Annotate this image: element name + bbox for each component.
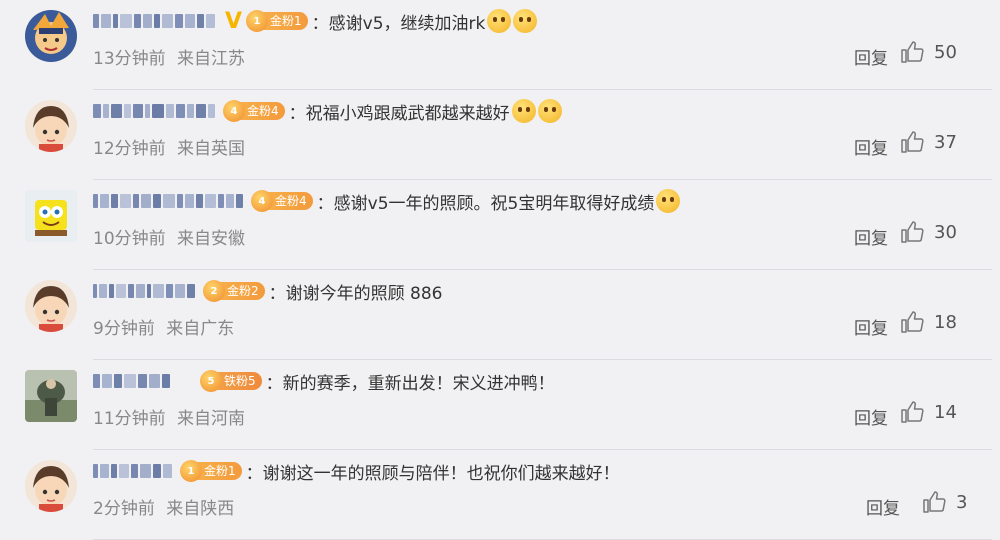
comment-meta: 9分钟前 来自广东 <box>93 314 240 339</box>
fan-badge[interactable]: 1 金粉1 <box>180 460 242 482</box>
colon: ： <box>245 463 263 484</box>
comment-location: 来自安徽 <box>177 229 246 249</box>
comment-meta: 13分钟前 来自江苏 <box>93 44 251 69</box>
fan-badge[interactable]: 5 铁粉5 <box>200 370 262 392</box>
crying-emoji-icon <box>487 9 512 33</box>
like-count: 50 <box>934 41 957 63</box>
comment-time: 9分钟前 <box>93 319 155 339</box>
comment-item: 2 金粉2 ： 谢谢今年的照顾 886 9分钟前 来自广东 回复 18 <box>0 270 1000 360</box>
comment-location: 来自江苏 <box>177 49 246 69</box>
screaming-emoji-icon <box>537 99 562 123</box>
comment-time: 10分钟前 <box>93 229 166 249</box>
avatar[interactable] <box>25 370 77 422</box>
fan-badge[interactable]: 4 金粉4 <box>223 100 285 122</box>
like-button[interactable]: 37 <box>900 130 980 154</box>
like-button[interactable]: 50 <box>900 40 980 64</box>
comment-time: 11分钟前 <box>93 409 166 429</box>
thumbs-up-icon <box>923 491 946 513</box>
avatar[interactable] <box>25 190 77 242</box>
thumbs-up-icon <box>901 401 924 423</box>
reply-button[interactable]: 回复 <box>854 134 888 159</box>
comment-time: 12分钟前 <box>93 139 166 159</box>
username-obscured[interactable] <box>93 371 172 391</box>
like-count: 30 <box>934 221 957 243</box>
avatar[interactable] <box>25 10 77 62</box>
reply-button[interactable]: 回复 <box>854 404 888 429</box>
comment-text: 新的赛季，重新出发！宋义进冲鸭！ <box>282 373 555 394</box>
crown-icon: 4 <box>223 100 245 122</box>
reply-button[interactable]: 回复 <box>866 494 900 519</box>
colon: ： <box>316 193 334 214</box>
colon: ： <box>268 283 286 304</box>
comment-item: V 1 金粉1 ： 感谢v5，继续加油rk 13分钟前 来自江苏 回复 50 <box>0 0 1000 90</box>
like-button[interactable]: 3 <box>922 490 992 514</box>
like-count: 37 <box>934 131 957 153</box>
username-obscured[interactable] <box>93 281 197 301</box>
colon: ： <box>311 13 329 34</box>
comment-text: 感谢v5一年的照顾。祝5宝明年取得好成绩 <box>333 193 655 214</box>
username-obscured[interactable] <box>93 461 174 481</box>
like-button[interactable]: 30 <box>900 220 980 244</box>
crown-icon: 5 <box>200 370 222 392</box>
comment-item: 5 铁粉5 ： 新的赛季，重新出发！宋义进冲鸭！ 11分钟前 来自河南 回复 1… <box>0 360 1000 450</box>
comment-location: 来自陕西 <box>166 499 235 519</box>
thumbs-up-icon <box>901 41 924 63</box>
comment-text: 祝福小鸡跟威武都越来越好 <box>305 103 510 124</box>
comment-item: 1 金粉1 ： 谢谢这一年的照顾与陪伴！也祝你们越来越好！ 2分钟前 来自陕西 … <box>0 450 1000 540</box>
comment-meta: 10分钟前 来自安徽 <box>93 224 251 249</box>
comment-time: 13分钟前 <box>93 49 166 69</box>
crown-icon: 4 <box>251 190 273 212</box>
username-obscured[interactable] <box>93 11 217 31</box>
kiss-emoji-icon <box>656 189 681 213</box>
comment-meta: 2分钟前 来自陕西 <box>93 494 240 519</box>
colon: ： <box>265 373 283 394</box>
thumbs-up-icon <box>901 311 924 333</box>
colon: ： <box>288 103 306 124</box>
comment-text: 感谢v5，继续加油rk <box>328 13 486 34</box>
crying-emoji-icon <box>513 9 538 33</box>
verified-icon: V <box>225 8 243 34</box>
like-button[interactable]: 18 <box>900 310 980 334</box>
reply-button[interactable]: 回复 <box>854 314 888 339</box>
like-count: 18 <box>934 311 957 333</box>
avatar[interactable] <box>25 280 77 332</box>
username-obscured[interactable] <box>93 101 217 121</box>
avatar[interactable] <box>25 100 77 152</box>
comment-text: 谢谢今年的照顾 886 <box>285 283 443 304</box>
comment-item: 4 金粉4 ： 祝福小鸡跟威武都越来越好 12分钟前 来自英国 回复 37 <box>0 90 1000 180</box>
comment-time: 2分钟前 <box>93 499 155 519</box>
comment-list: V 1 金粉1 ： 感谢v5，继续加油rk 13分钟前 来自江苏 回复 50 4… <box>0 0 1000 540</box>
comment-meta: 12分钟前 来自英国 <box>93 134 251 159</box>
thumbs-up-icon <box>901 131 924 153</box>
comment-location: 来自广东 <box>166 319 235 339</box>
comment-item: 4 金粉4 ： 感谢v5一年的照顾。祝5宝明年取得好成绩 10分钟前 来自安徽 … <box>0 180 1000 270</box>
comment-location: 来自英国 <box>177 139 246 159</box>
username-obscured[interactable] <box>93 191 245 211</box>
reply-button[interactable]: 回复 <box>854 44 888 69</box>
crown-icon: 2 <box>203 280 225 302</box>
like-count: 14 <box>934 401 957 423</box>
reply-button[interactable]: 回复 <box>854 224 888 249</box>
screaming-emoji-icon <box>511 99 536 123</box>
avatar[interactable] <box>25 460 77 512</box>
thumbs-up-icon <box>901 221 924 243</box>
fan-badge[interactable]: 1 金粉1 <box>246 10 308 32</box>
like-count: 3 <box>956 491 968 513</box>
fan-badge[interactable]: 2 金粉2 <box>203 280 265 302</box>
comment-text: 谢谢这一年的照顾与陪伴！也祝你们越来越好！ <box>262 463 620 484</box>
crown-icon: 1 <box>180 460 202 482</box>
comment-meta: 11分钟前 来自河南 <box>93 404 251 429</box>
like-button[interactable]: 14 <box>900 400 980 424</box>
fan-badge[interactable]: 4 金粉4 <box>251 190 313 212</box>
crown-icon: 1 <box>246 10 269 32</box>
comment-location: 来自河南 <box>177 409 246 429</box>
